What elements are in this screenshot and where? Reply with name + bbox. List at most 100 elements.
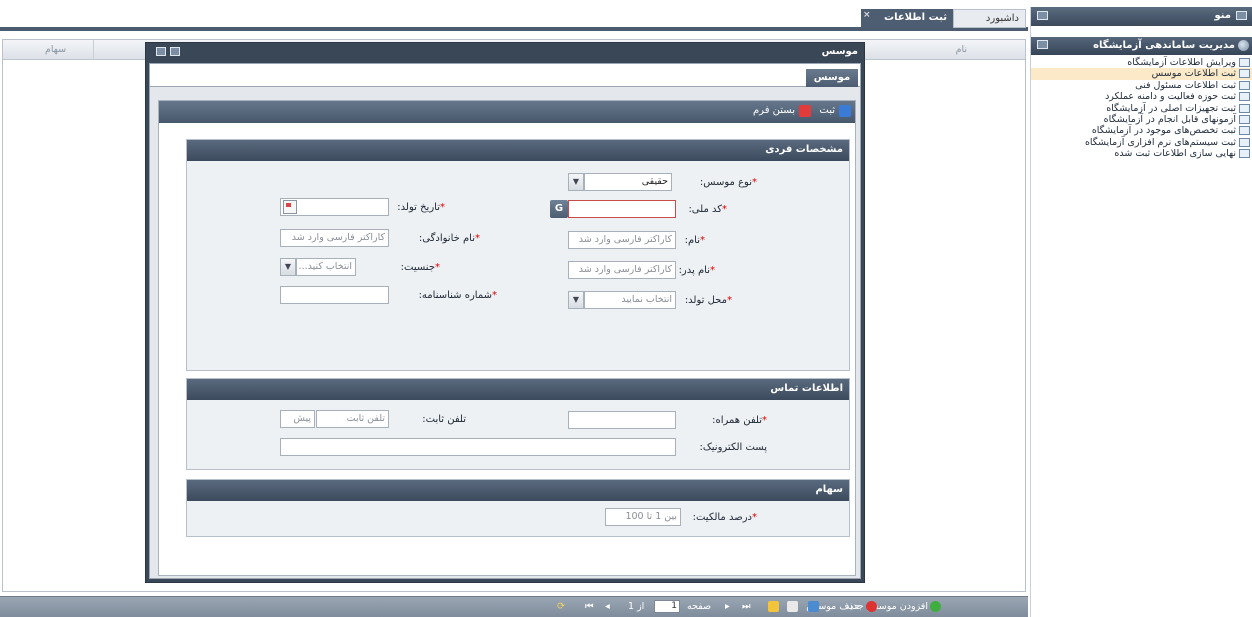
father-name-input[interactable]: کاراکتر فارسی وارد شد [568, 261, 676, 279]
page-count: از 1 [628, 601, 645, 612]
email-label: پست الکترونیک: [699, 442, 767, 453]
birth-date-label: *تاریخ تولد: [397, 202, 445, 213]
collapse-icon[interactable] [1037, 11, 1048, 20]
tab-founder-info[interactable]: ثبت اطلاعات موسس × [861, 6, 953, 41]
tab-label: ثبت اطلاعات موسس [884, 12, 947, 41]
founder-type-select[interactable]: حقیقی [584, 173, 672, 191]
national-code-input[interactable] [568, 200, 676, 218]
side-menu-title: منو [1214, 10, 1231, 21]
print-icon[interactable] [787, 601, 798, 612]
menu-item-label: آزمونهای قابل انجام در آزمایشگاه [1103, 113, 1236, 125]
section-title: سهام [815, 484, 843, 495]
menu-item-equipment[interactable]: ثبت تجهیزات اصلی در آزمایشگاه [1031, 103, 1252, 114]
first-name-label: *نام: [684, 235, 705, 246]
chevron-down-icon[interactable]: ▼ [568, 173, 584, 191]
section-title: مشخصات فردی [765, 144, 843, 155]
menu-item-founder-info[interactable]: ثبت اطلاعات موسس [1031, 68, 1252, 80]
menu-item-tests[interactable]: آزمونهای قابل انجام در آزمایشگاه [1031, 114, 1252, 125]
contact-info-section: اطلاعات تماس *تلفن همراه: تلفن ثابت: تلف… [186, 378, 850, 470]
ownership-percent-label: *درصد مالکیت: [692, 512, 757, 523]
chevron-down-icon[interactable]: ▼ [568, 291, 584, 309]
menu-item-label: ثبت تخصص‌های موجود در آزمایشگاه [1091, 125, 1236, 137]
founder-type-label: *نوع موسس: [699, 177, 757, 188]
form-icon [1239, 58, 1250, 67]
next-page-icon[interactable]: ▸ [725, 601, 730, 612]
grid-toolbar: افزودن موسس جدید حذف موسس ⏭ ▸ صفحه 1 از … [0, 596, 1028, 617]
maximize-icon[interactable] [170, 47, 180, 56]
last-page-icon[interactable]: ⏭ [742, 601, 751, 612]
flash-icon[interactable] [768, 601, 779, 612]
last-name-input[interactable]: کاراکتر فارسی وارد شد [280, 229, 389, 247]
form-icon [1239, 69, 1250, 79]
gender-select[interactable]: انتخاب کنید... [296, 258, 356, 276]
tab-dashboard[interactable]: داشبورد [953, 9, 1026, 28]
close-form-button[interactable]: بستن فرم [753, 105, 795, 116]
section-title: اطلاعات تماس [770, 383, 843, 394]
menu-item-label: ثبت اطلاعات موسس [1151, 68, 1236, 80]
first-page-icon[interactable]: ⏮ [585, 601, 594, 612]
save-button[interactable]: ثبت [819, 105, 835, 116]
mobile-input[interactable] [568, 411, 676, 429]
close-tab-icon[interactable]: × [863, 6, 871, 24]
refresh-icon[interactable]: ⟳ [557, 601, 565, 612]
menu-section-title: مدیریت ساماندهی آزمایشگاه [1093, 40, 1235, 51]
menu-item-label: ویرایش اطلاعات آزمایشگاه [1127, 57, 1236, 68]
mobile-label: *تلفن همراه: [712, 415, 767, 426]
menu-item-software[interactable]: ثبت سیستم‌های نرم افزاری آزمایشگاه [1031, 137, 1252, 148]
side-menu-header: منو [1031, 7, 1252, 26]
column-header-name[interactable]: نام [956, 44, 967, 55]
national-code-label: *کد ملی: [688, 204, 727, 215]
phone-prefix-input[interactable]: پیش [280, 410, 315, 428]
menu-item-label: ثبت اطلاعات مسئول فنی [1135, 79, 1236, 91]
minimize-icon[interactable] [156, 47, 166, 56]
window-titlebar[interactable]: موسس [146, 43, 864, 63]
form-icon [1239, 149, 1250, 159]
page-number-input[interactable]: 1 [654, 600, 680, 613]
birth-place-label: *محل تولد: [684, 295, 732, 306]
collapse-section-icon[interactable] [1037, 40, 1048, 49]
id-number-input[interactable] [280, 286, 389, 304]
prev-page-icon[interactable]: ◂ [605, 601, 610, 612]
phone-label: تلفن ثابت: [422, 414, 466, 425]
window-body: موسس ثبت بستن فرم مشخصات فردی *نوع موسس:… [149, 63, 861, 579]
phone-input[interactable]: تلفن ثابت [316, 410, 389, 428]
id-number-label: *شماره شناسنامه: [418, 290, 497, 301]
form-icon [1239, 103, 1250, 113]
birth-place-select[interactable]: انتخاب نمایید [584, 291, 676, 309]
menu-list: ویرایش اطلاعات آزمایشگاه ثبت اطلاعات موس… [1031, 57, 1252, 160]
side-menu-panel: منو مدیریت ساماندهی آزمایشگاه ویرایش اطل… [1030, 7, 1252, 617]
menu-item-edit-lab[interactable]: ویرایش اطلاعات آزمایشگاه [1031, 57, 1252, 68]
close-form-icon[interactable] [799, 105, 811, 117]
first-name-input[interactable]: کاراکتر فارسی وارد شد [568, 231, 676, 249]
form-icon [1239, 137, 1250, 147]
menu-item-specialties[interactable]: ثبت تخصص‌های موجود در آزمایشگاه [1031, 125, 1252, 136]
tab-label: داشبورد [985, 13, 1019, 24]
menu-item-label: ثبت حوزه فعالیت و دامنه عملکرد [1105, 91, 1236, 103]
form-icon [1239, 114, 1250, 124]
personal-info-section: مشخصات فردی *نوع موسس: حقیقی ▼ *کد ملی: … [186, 139, 850, 371]
save-icon[interactable] [839, 105, 851, 117]
ownership-percent-input[interactable]: بین 1 تا 100 [605, 508, 681, 526]
menu-item-technical-manager[interactable]: ثبت اطلاعات مسئول فنی [1031, 80, 1252, 91]
founder-form: ثبت بستن فرم مشخصات فردی *نوع موسس: حقیق… [158, 100, 856, 576]
father-name-label: *نام پدر: [678, 265, 715, 276]
form-icon [1239, 126, 1250, 136]
inner-tab-bar: موسس [150, 64, 860, 87]
menu-item-finalize[interactable]: نهایی سازی اطلاعات ثبت شده [1031, 148, 1252, 159]
menu-item-activity-scope[interactable]: ثبت حوزه فعالیت و دامنه عملکرد [1031, 91, 1252, 102]
menu-section-header[interactable]: مدیریت ساماندهی آزمایشگاه [1031, 37, 1252, 55]
tab-bar: داشبورد ثبت اطلاعات موسس × [0, 6, 1028, 41]
add-icon[interactable] [930, 601, 941, 612]
section-header: اطلاعات تماس [187, 379, 849, 400]
chevron-down-icon[interactable]: ▼ [280, 258, 296, 276]
page-label: صفحه [687, 601, 712, 612]
calendar-icon[interactable] [283, 200, 297, 214]
section-header: سهام [187, 480, 849, 501]
national-code-lookup-button[interactable]: G [550, 200, 568, 218]
excel-icon[interactable] [808, 601, 819, 612]
globe-icon [1238, 40, 1249, 51]
tab-founder[interactable]: موسس [806, 69, 858, 87]
delete-icon[interactable] [866, 601, 877, 612]
email-input[interactable] [280, 438, 676, 456]
column-header-shares[interactable]: سهام [45, 44, 66, 55]
